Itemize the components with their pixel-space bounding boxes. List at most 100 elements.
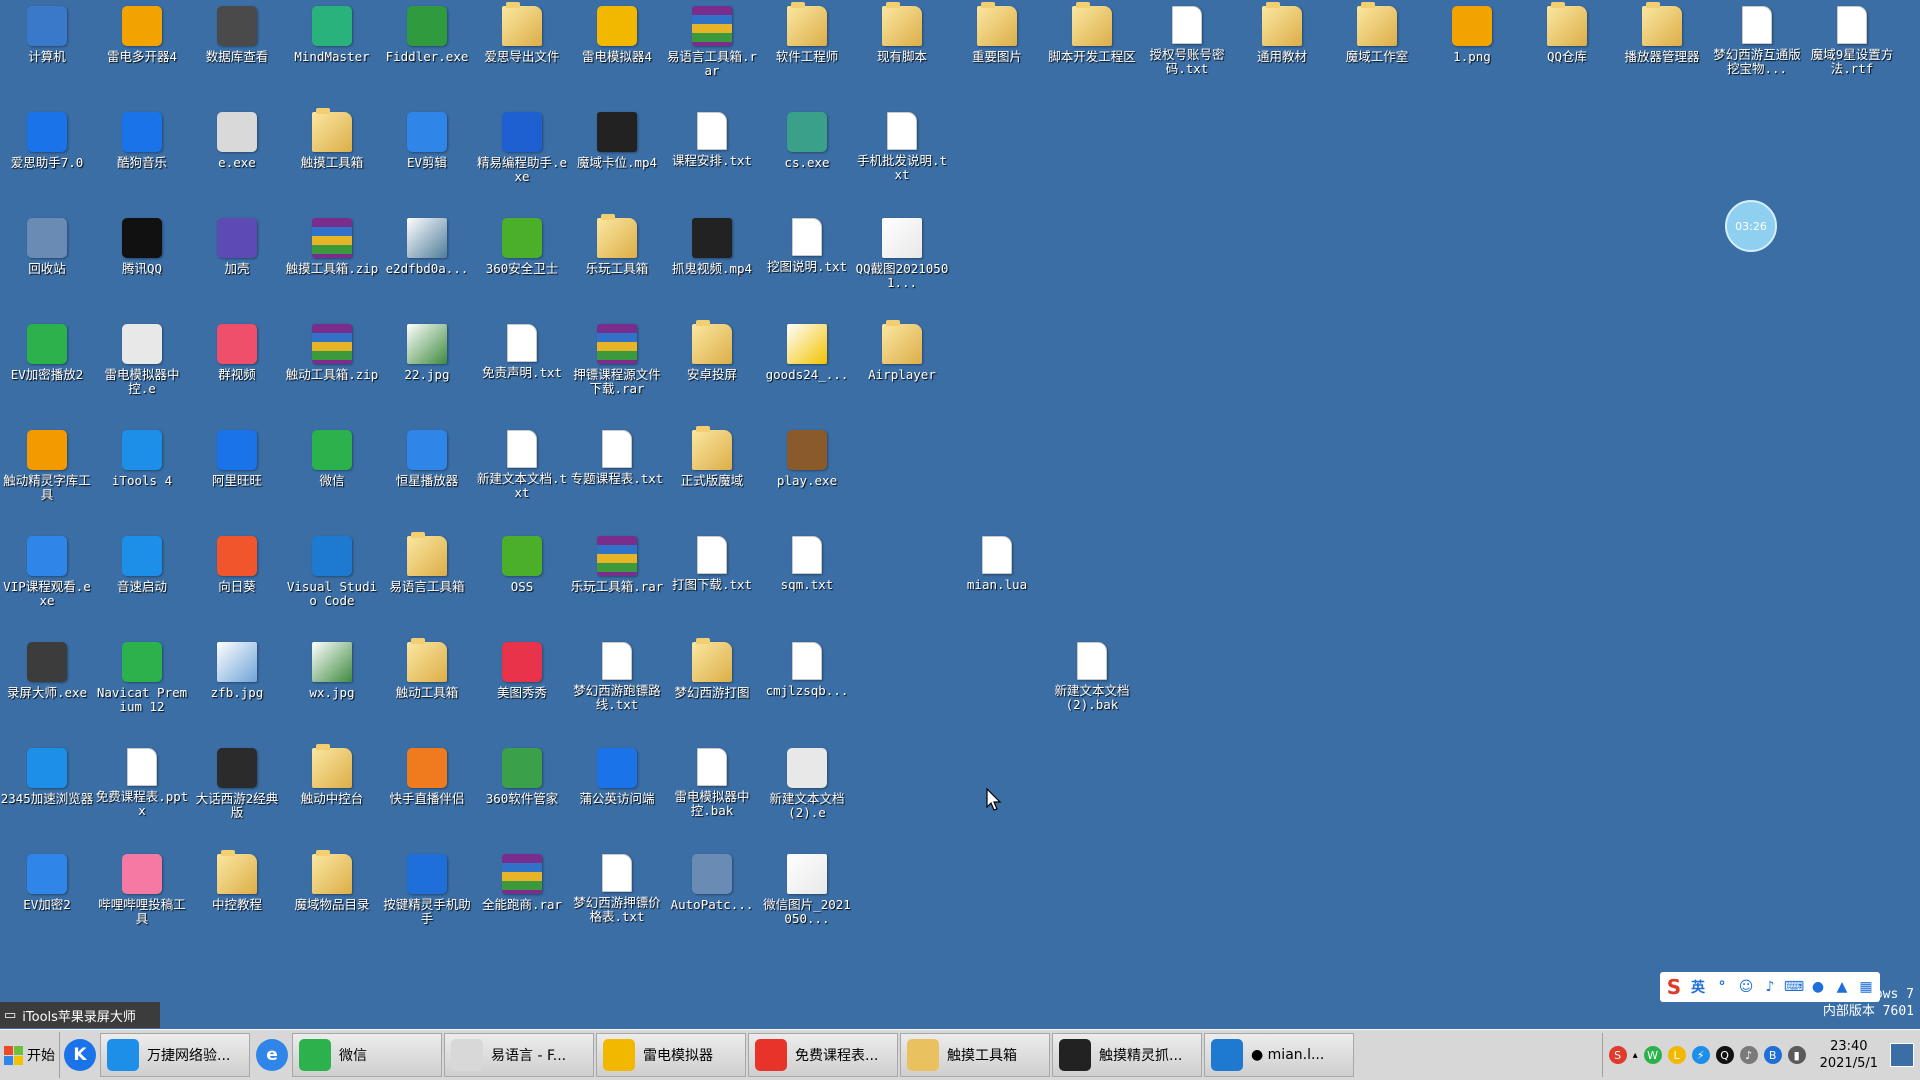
floating-timer-bubble[interactable]: 03:26 [1725, 200, 1777, 252]
sogou-ime-icon[interactable]: S [1664, 975, 1684, 999]
desktop-icon[interactable]: 魔域卡位.mp4 [570, 112, 664, 170]
desktop-icon[interactable]: 雷电模拟器中控.bak [665, 748, 759, 818]
desktop-icon[interactable]: 计算机 [0, 6, 94, 64]
taskbar-button[interactable]: 雷电模拟器 [596, 1033, 746, 1077]
desktop-icon[interactable]: wx.jpg [285, 642, 379, 700]
desktop-icon[interactable]: EV加密2 [0, 854, 94, 912]
desktop-icon[interactable]: Fiddler.exe [380, 6, 474, 64]
desktop-icon[interactable]: 雷电多开器4 [95, 6, 189, 64]
desktop-icon[interactable]: 中控教程 [190, 850, 284, 912]
desktop-icon[interactable]: 向日葵 [190, 536, 284, 594]
desktop-icon[interactable]: 魔域物品目录 [285, 850, 379, 912]
desktop-icon[interactable]: Navicat Premium 12 [95, 642, 189, 714]
desktop-icon[interactable]: QQ仓库 [1520, 2, 1614, 64]
desktop-icon[interactable]: 乐玩工具箱.rar [570, 536, 664, 594]
desktop-icon[interactable]: 手机批发说明.txt [855, 112, 949, 182]
emoji-icon[interactable]: ☺ [1736, 977, 1756, 997]
desktop-icon[interactable]: 雷电模拟器4 [570, 6, 664, 64]
desktop-icon[interactable]: 腾讯QQ [95, 218, 189, 276]
speed-tray-icon[interactable]: ⚡ [1691, 1046, 1710, 1064]
desktop-icon[interactable]: 魔域工作室 [1330, 2, 1424, 64]
desktop-icon[interactable]: 群视频 [190, 324, 284, 382]
desktop-icon[interactable]: 乐玩工具箱 [570, 214, 664, 276]
desktop-icon[interactable]: 2345加速浏览器 [0, 748, 94, 806]
desktop-icon[interactable]: 音速启动 [95, 536, 189, 594]
ldplayer-tray-icon[interactable]: L [1667, 1046, 1686, 1064]
desktop-icon[interactable]: 微信 [285, 430, 379, 488]
desktop-icon[interactable]: 微信图片_2021050... [760, 854, 854, 926]
show-desktop-button[interactable] [1890, 1043, 1914, 1067]
desktop-icon[interactable]: 梦幻西游跑镖路线.txt [570, 642, 664, 712]
desktop-icon[interactable]: 现有脚本 [855, 2, 949, 64]
taskbar-button[interactable]: 微信 [292, 1033, 442, 1077]
taskbar-button[interactable]: 触摸精灵抓... [1052, 1033, 1202, 1077]
microphone-icon[interactable]: ♪ [1760, 977, 1780, 997]
desktop-icon[interactable]: 触动中控台 [285, 744, 379, 806]
desktop-icon[interactable]: 加壳 [190, 218, 284, 276]
network-icon[interactable]: ▮ [1787, 1046, 1806, 1064]
keyboard-icon[interactable]: ⌨ [1784, 977, 1804, 997]
desktop-icon[interactable]: EV加密播放2 [0, 324, 94, 382]
desktop-icon[interactable]: 脚本开发工程区 [1045, 2, 1139, 64]
desktop-icon[interactable]: mian.lua [950, 536, 1044, 592]
desktop-icon[interactable]: 录屏大师.exe [0, 642, 94, 700]
desktop-icon[interactable]: 哔哩哔哩投稿工具 [95, 854, 189, 926]
taskbar-button[interactable]: 免费课程表... [748, 1033, 898, 1077]
desktop-icon[interactable]: 触动精灵字库工具 [0, 430, 94, 502]
desktop-icon[interactable]: e2dfbd0a... [380, 218, 474, 276]
desktop-icon[interactable]: 爱思导出文件 [475, 2, 569, 64]
system-clock[interactable]: 23:40 2021/5/1 [1820, 1038, 1878, 1072]
desktop-icon[interactable]: zfb.jpg [190, 642, 284, 700]
desktop-icon[interactable]: 全能跑商.rar [475, 854, 569, 912]
taskbar-button[interactable]: ● mian.l... [1204, 1033, 1354, 1077]
desktop-icon[interactable]: 易语言工具箱 [380, 532, 474, 594]
volume-icon[interactable]: ♪ [1739, 1046, 1758, 1064]
desktop-icon[interactable]: 恒星播放器 [380, 430, 474, 488]
desktop-icon[interactable]: 授权号账号密码.txt [1140, 6, 1234, 76]
desktop-icon[interactable]: 课程安排.txt [665, 112, 759, 168]
start-button[interactable]: 开始 [0, 1032, 60, 1078]
sogou-tray-icon[interactable]: S [1608, 1046, 1627, 1064]
quicklaunch-ie[interactable]: e [252, 1033, 292, 1077]
skin-icon[interactable]: ▲ [1832, 977, 1852, 997]
desktop-icon[interactable]: 押镖课程源文件下载.rar [570, 324, 664, 396]
desktop-icon[interactable]: 正式版魔域 [665, 426, 759, 488]
desktop-icon[interactable]: cs.exe [760, 112, 854, 170]
desktop-icon[interactable]: 按键精灵手机助手 [380, 854, 474, 926]
desktop-icon[interactable]: 酷狗音乐 [95, 112, 189, 170]
desktop-icon[interactable]: goods24_... [760, 324, 854, 382]
desktop-icon[interactable]: 触摸工具箱 [285, 108, 379, 170]
desktop-icon[interactable]: cmjlzsqb... [760, 642, 854, 698]
desktop-icon[interactable]: 雷电模拟器中控.e [95, 324, 189, 396]
taskbar-button[interactable]: 触摸工具箱 [900, 1033, 1050, 1077]
desktop-icon[interactable]: iTools 4 [95, 430, 189, 488]
desktop-icon[interactable]: EV剪辑 [380, 112, 474, 170]
desktop-icon[interactable]: 大话西游2经典版 [190, 748, 284, 820]
desktop-icon[interactable]: 软件工程师 [760, 2, 854, 64]
desktop-icon[interactable]: play.exe [760, 430, 854, 488]
desktop-icon[interactable]: 抓鬼视频.mp4 [665, 218, 759, 276]
tray-expand-icon[interactable]: ▴ [1633, 1050, 1638, 1061]
ime-toolbar[interactable]: S 英 ° ☺ ♪ ⌨ ● ▲ ▦ [1660, 972, 1880, 1002]
desktop-icon[interactable]: OSS [475, 536, 569, 594]
desktop-icon[interactable]: 安卓投屏 [665, 320, 759, 382]
desktop-icon[interactable]: 专题课程表.txt [570, 430, 664, 486]
desktop-icon[interactable]: 触动工具箱 [380, 638, 474, 700]
desktop-icon[interactable]: 梦幻西游互通版挖宝物... [1710, 6, 1804, 76]
desktop-icon[interactable]: 回收站 [0, 218, 94, 276]
punctuation-icon[interactable]: ° [1712, 977, 1732, 997]
desktop-icon[interactable]: QQ截图20210501... [855, 218, 949, 290]
quicklaunch-kugou[interactable]: K [60, 1033, 100, 1077]
desktop-icon[interactable]: 打图下载.txt [665, 536, 759, 592]
desktop-icon[interactable]: VIP课程观看.exe [0, 536, 94, 608]
desktop-icon[interactable]: 快手直播伴侣 [380, 748, 474, 806]
desktop-icon[interactable]: 免责声明.txt [475, 324, 569, 380]
bluetooth-icon[interactable]: B [1763, 1046, 1782, 1064]
desktop-icon[interactable]: 触摸工具箱.zip [285, 218, 379, 276]
toolbox-icon[interactable]: ▦ [1856, 977, 1876, 997]
wechat-tray-icon[interactable]: W [1643, 1046, 1662, 1064]
taskbar-button[interactable]: 易语言 - F... [444, 1033, 594, 1077]
desktop-icon[interactable]: 爱思助手7.0 [0, 112, 94, 170]
desktop-icon[interactable]: 魔域9星设置方法.rtf [1805, 6, 1899, 76]
desktop-icon[interactable]: 数据库查看 [190, 6, 284, 64]
